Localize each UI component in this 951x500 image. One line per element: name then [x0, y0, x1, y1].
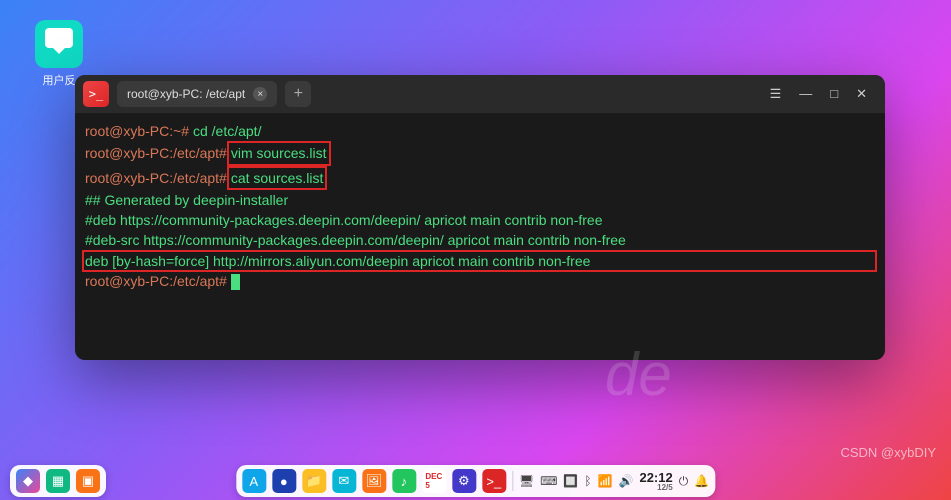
- prompt: root@xyb-PC:/etc/apt#: [85, 145, 227, 161]
- separator: [512, 471, 513, 491]
- prompt: root@xyb-PC:~#: [85, 123, 189, 139]
- command: cd /etc/apt/: [189, 123, 261, 139]
- output-line: deb [by-hash=force] http://mirrors.aliyu…: [85, 251, 875, 271]
- workspace-icon[interactable]: ▣: [76, 469, 100, 493]
- desktop-icon-feedback[interactable]: 用户反: [35, 20, 83, 88]
- output-line: ## Generated by deepin-installer: [85, 190, 875, 210]
- taskbar-launcher-group: ◆ ▦ ▣: [10, 465, 106, 497]
- terminal-app-icon: >_: [83, 81, 109, 107]
- clock[interactable]: 22:12 12/5: [639, 471, 672, 492]
- tray-keyboard-icon[interactable]: ⌨: [540, 474, 557, 488]
- settings-icon[interactable]: ⚙: [452, 469, 476, 493]
- command: vim sources.list: [231, 145, 327, 161]
- menu-icon[interactable]: ☰: [770, 86, 782, 102]
- terminal-window: >_ root@xyb-PC: /etc/apt × + ☰ — □ ✕ roo…: [75, 75, 885, 360]
- terminal-tab[interactable]: root@xyb-PC: /etc/apt ×: [117, 81, 277, 107]
- clock-time: 22:12: [639, 471, 672, 484]
- tab-title: root@xyb-PC: /etc/apt: [127, 87, 245, 101]
- close-icon[interactable]: ✕: [856, 86, 867, 102]
- terminal-content[interactable]: root@xyb-PC:~# cd /etc/apt/ root@xyb-PC:…: [75, 113, 885, 299]
- csdn-watermark: CSDN @xybDIY: [840, 445, 936, 460]
- titlebar: >_ root@xyb-PC: /etc/apt × + ☰ — □ ✕: [75, 75, 885, 113]
- tray-shutdown-icon[interactable]: ⏻: [679, 474, 689, 489]
- tray-usb-icon[interactable]: ᛒ: [584, 474, 591, 488]
- mail-icon[interactable]: ✉: [332, 469, 356, 493]
- new-tab-button[interactable]: +: [285, 81, 311, 107]
- tray-desktop-icon[interactable]: 🖥: [519, 474, 534, 488]
- browser-icon[interactable]: ●: [272, 469, 296, 493]
- taskbar: ◆ ▦ ▣ A ● 📁 ✉ 🖼 ♪ DEC5 ⚙ >_ 🖥 ⌨ 🔲 ᛒ 📶 🔊 …: [0, 462, 951, 500]
- music-icon[interactable]: ♪: [392, 469, 416, 493]
- clock-date: 12/5: [639, 484, 672, 492]
- calendar-icon[interactable]: DEC5: [422, 469, 446, 493]
- launcher-icon[interactable]: ◆: [16, 469, 40, 493]
- chat-icon: [35, 20, 83, 68]
- tray-network-icon[interactable]: 📶: [598, 474, 613, 488]
- files-icon[interactable]: 📁: [302, 469, 326, 493]
- prompt: root@xyb-PC:/etc/apt#: [85, 170, 227, 186]
- tray-notification-icon[interactable]: 🔔: [694, 474, 709, 488]
- prompt: root@xyb-PC:/etc/apt#: [85, 273, 227, 289]
- output-line: #deb https://community-packages.deepin.c…: [85, 210, 875, 230]
- close-tab-icon[interactable]: ×: [253, 87, 267, 101]
- tray-volume-icon[interactable]: 🔊: [619, 474, 634, 488]
- appstore-icon[interactable]: A: [242, 469, 266, 493]
- taskbar-apps: A ● 📁 ✉ 🖼 ♪ DEC5 ⚙ >_ 🖥 ⌨ 🔲 ᛒ 📶 🔊 22:12 …: [236, 465, 715, 497]
- maximize-icon[interactable]: □: [830, 86, 838, 102]
- minimize-icon[interactable]: —: [799, 86, 812, 102]
- image-icon[interactable]: 🖼: [362, 469, 386, 493]
- window-controls: ☰ — □ ✕: [770, 86, 877, 102]
- deepin-watermark: de: [605, 340, 672, 409]
- output-line: #deb-src https://community-packages.deep…: [85, 230, 875, 250]
- cursor: [231, 274, 240, 290]
- command: cat sources.list: [231, 170, 324, 186]
- multitask-icon[interactable]: ▦: [46, 469, 70, 493]
- tray-battery-icon[interactable]: 🔲: [563, 474, 578, 488]
- terminal-taskbar-icon[interactable]: >_: [482, 469, 506, 493]
